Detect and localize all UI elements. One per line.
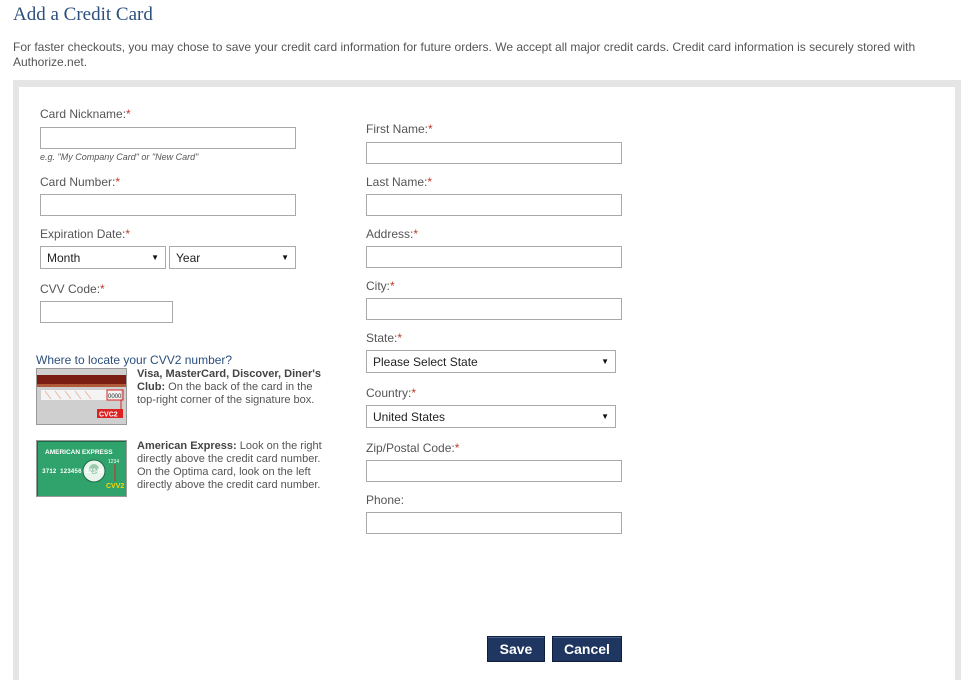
form-panel-frame: Card Nickname:* e.g. "My Company Card" o… (13, 80, 961, 687)
zip-code-input[interactable] (366, 460, 622, 482)
cvv-help-link[interactable]: Where to locate your CVV2 number? (36, 353, 232, 367)
card-nickname-hint: e.g. "My Company Card" or "New Card" (40, 152, 199, 162)
card-nickname-label: Card Nickname:* (40, 107, 131, 121)
visa-card-back-image: 0000 CVC2 (36, 368, 127, 425)
card-number-label: Card Number:* (40, 175, 121, 189)
last-name-input[interactable] (366, 194, 622, 216)
zip-code-label: Zip/Postal Code:* (366, 441, 460, 455)
dropdown-arrow-icon: ▼ (601, 357, 609, 366)
dropdown-arrow-icon: ▼ (601, 412, 609, 421)
city-label: City:* (366, 279, 395, 293)
card-back-graphic: 0000 CVC2 (37, 369, 126, 424)
phone-input[interactable] (366, 512, 622, 534)
cvv-code-label: CVV Code:* (40, 282, 105, 296)
page-title: Add a Credit Card (13, 4, 153, 25)
svg-text:CVV2: CVV2 (106, 483, 124, 490)
intro-text: For faster checkouts, you may chose to s… (13, 40, 916, 69)
card-front-graphic: AMERICAN EXPRESS 1234 3712 123456 12345 … (37, 441, 126, 496)
expiration-year-select[interactable]: Year ▼ (169, 246, 296, 269)
expiration-year-value: Year (176, 250, 201, 265)
cancel-button[interactable]: Cancel (552, 636, 622, 662)
save-button[interactable]: Save (487, 636, 545, 662)
dropdown-arrow-icon: ▼ (151, 253, 159, 262)
amex-card-front-image: AMERICAN EXPRESS 1234 3712 123456 12345 … (36, 440, 127, 497)
visa-cvv-description: Visa, MasterCard, Discover, Diner's Club… (137, 368, 322, 406)
amex-cvv-description: American Express: Look on the right dire… (137, 440, 322, 491)
expiration-month-value: Month (47, 250, 81, 265)
address-input[interactable] (366, 246, 622, 268)
first-name-label: First Name:* (366, 122, 433, 136)
cvv-code-input[interactable] (40, 301, 173, 323)
card-number-input[interactable] (40, 194, 296, 216)
state-select[interactable]: Please Select State ▼ (366, 350, 616, 373)
city-input[interactable] (366, 298, 622, 320)
svg-text:1234: 1234 (108, 459, 119, 465)
form-panel: Card Nickname:* e.g. "My Company Card" o… (19, 87, 955, 687)
state-label: State:* (366, 331, 403, 345)
dropdown-arrow-icon: ▼ (281, 253, 289, 262)
first-name-input[interactable] (366, 142, 622, 164)
svg-text:0000: 0000 (108, 394, 122, 400)
svg-text:3712 123456 12345: 3712 123456 12345 (42, 468, 104, 475)
last-name-label: Last Name:* (366, 175, 433, 189)
expiration-date-label: Expiration Date:* (40, 227, 131, 241)
country-selected-value: United States (373, 409, 446, 424)
svg-text:CVC2: CVC2 (99, 412, 118, 419)
phone-label: Phone: (366, 493, 405, 507)
country-select[interactable]: United States ▼ (366, 405, 616, 428)
expiration-month-select[interactable]: Month ▼ (40, 246, 166, 269)
card-nickname-input[interactable] (40, 127, 296, 149)
state-selected-value: Please Select State (373, 354, 478, 369)
address-label: Address:* (366, 227, 419, 241)
svg-text:AMERICAN EXPRESS: AMERICAN EXPRESS (45, 449, 113, 456)
country-label: Country:* (366, 386, 417, 400)
